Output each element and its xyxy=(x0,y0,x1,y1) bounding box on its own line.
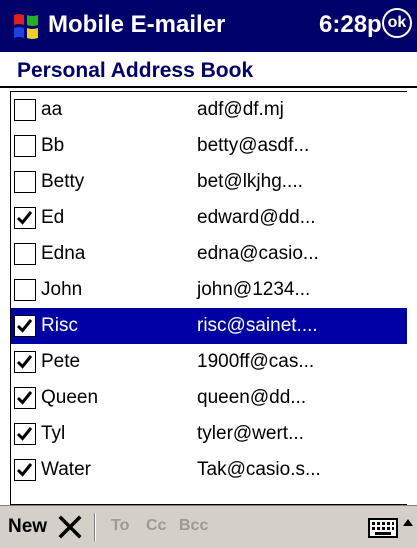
contact-row[interactable]: Tyl tyler@wert... xyxy=(11,416,407,452)
keyboard-icon[interactable] xyxy=(368,518,398,538)
checkmark-icon xyxy=(16,355,33,369)
checkmark-icon xyxy=(16,463,33,477)
contact-name: Pete xyxy=(41,351,81,372)
contact-name: Risc xyxy=(41,315,78,336)
checkbox-checked[interactable] xyxy=(14,423,36,445)
command-bar: New To Cc Bcc xyxy=(0,505,417,548)
contact-name: John xyxy=(41,279,83,300)
title-bar: Mobile E-mailer 6:28p ok xyxy=(0,0,417,52)
new-button[interactable]: New xyxy=(8,516,47,538)
contact-name: Tyl xyxy=(41,423,66,444)
checkbox-unchecked[interactable] xyxy=(14,279,36,301)
contact-name: aa xyxy=(41,99,63,120)
toolbar-separator xyxy=(94,513,96,541)
checkbox-unchecked[interactable] xyxy=(14,243,36,265)
checkmark-icon xyxy=(16,427,33,441)
contact-email: john@1234... xyxy=(197,279,311,300)
contact-name: Water xyxy=(41,459,91,480)
bcc-button[interactable]: Bcc xyxy=(179,517,208,535)
checkbox-unchecked[interactable] xyxy=(14,171,36,193)
contact-email: adf@df.mj xyxy=(197,99,284,120)
contact-row[interactable]: Ed edward@dd... xyxy=(11,200,407,236)
contact-name: Edna xyxy=(41,243,86,264)
page-title: Personal Address Book xyxy=(17,59,254,82)
contact-row[interactable]: aa adf@df.mj xyxy=(11,92,407,128)
delete-x-icon[interactable] xyxy=(58,515,82,539)
checkbox-checked[interactable] xyxy=(14,459,36,481)
checkbox-checked[interactable] xyxy=(14,351,36,373)
contact-name: Queen xyxy=(41,387,99,408)
contact-email: queen@dd... xyxy=(197,387,307,408)
contact-email: edna@casio... xyxy=(197,243,319,264)
contact-email: 1900ff@cas... xyxy=(197,351,315,372)
contact-email: edward@dd... xyxy=(197,207,316,228)
cc-button[interactable]: Cc xyxy=(146,517,166,535)
contact-row[interactable]: Edna edna@casio... xyxy=(11,236,407,272)
contact-email: tyler@wert... xyxy=(197,423,304,444)
contact-row[interactable]: Risc risc@sainet.... xyxy=(11,308,407,344)
contact-row[interactable]: Pete 1900ff@cas... xyxy=(11,344,407,380)
contact-email: betty@asdf... xyxy=(197,135,310,156)
contact-row[interactable]: Queen queen@dd... xyxy=(11,380,407,416)
contact-name: Betty xyxy=(41,171,85,192)
app-title: Mobile E-mailer xyxy=(48,11,226,38)
checkmark-icon xyxy=(16,391,33,405)
checkbox-unchecked[interactable] xyxy=(14,99,36,121)
up-arrow-icon[interactable] xyxy=(402,517,414,535)
contact-name: Ed xyxy=(41,207,65,228)
heading-divider xyxy=(0,86,417,88)
contact-row[interactable]: Water Tak@casio.s... xyxy=(11,452,407,488)
to-button[interactable]: To xyxy=(111,517,129,535)
checkbox-checked[interactable] xyxy=(14,207,36,229)
contact-row[interactable]: John john@1234... xyxy=(11,272,407,308)
contact-name: Bb xyxy=(41,135,65,156)
checkbox-checked[interactable] xyxy=(14,387,36,409)
windows-flag-icon[interactable] xyxy=(10,10,42,42)
checkbox-unchecked[interactable] xyxy=(14,135,36,157)
ok-button[interactable]: ok xyxy=(382,8,412,38)
contact-row[interactable]: Bb betty@asdf... xyxy=(11,128,407,164)
contact-row[interactable]: Betty bet@lkjhg.... xyxy=(11,164,407,200)
contact-email: risc@sainet.... xyxy=(197,315,318,336)
contact-email: Tak@casio.s... xyxy=(197,459,321,480)
contact-list[interactable]: aa adf@df.mj Bb betty@asdf... Betty bet@lkjhg… xyxy=(10,91,407,505)
contact-email: bet@lkjhg.... xyxy=(197,171,303,192)
checkmark-icon xyxy=(16,319,33,333)
checkbox-checked[interactable] xyxy=(14,315,36,337)
clock[interactable]: 6:28p xyxy=(319,11,382,39)
checkmark-icon xyxy=(16,211,33,225)
